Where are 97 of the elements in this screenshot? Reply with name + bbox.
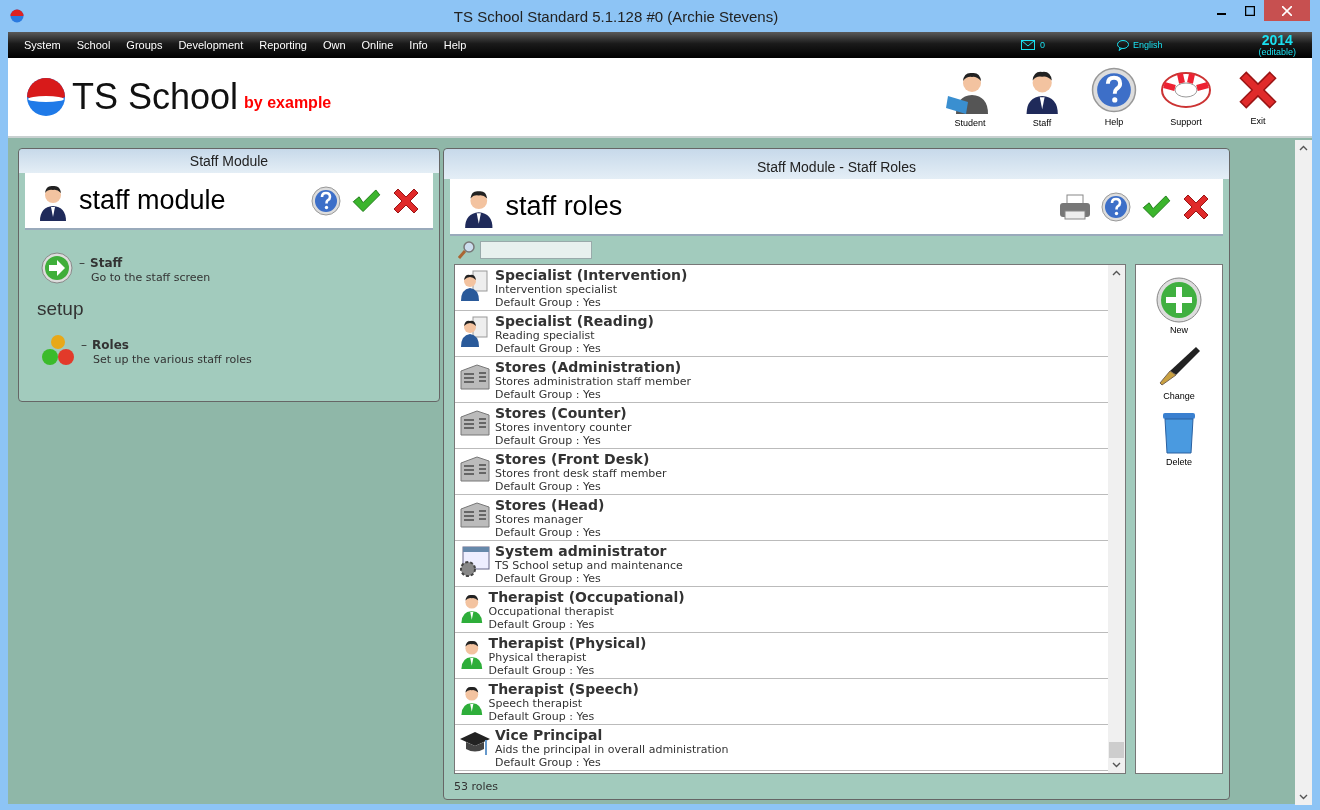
menu-item[interactable]: Reporting [251,39,315,51]
panel-caption: Staff Module - Staff Roles [444,149,1229,179]
app-logo-icon [26,77,66,117]
action-button[interactable]: Change [1156,343,1203,401]
building-icon [459,361,491,391]
colored-balls-icon[interactable] [41,334,75,366]
role-description: Stores inventory counter [495,421,632,434]
role-description: Speech therapist [488,697,583,710]
person-document-icon [459,315,491,347]
menu-item[interactable]: Online [353,39,402,51]
speech-bubble-icon[interactable] [1116,39,1129,51]
building-icon [459,407,491,437]
panel-heading: staff roles [505,191,624,222]
toolbar-button[interactable]: Staff [1006,66,1078,128]
app-name: TS School [72,76,239,118]
role-name[interactable]: Stores (Counter) [495,405,632,421]
help-icon[interactable] [311,185,341,216]
help-icon[interactable] [1101,191,1131,222]
role-description: Stores front desk staff member [495,467,667,480]
role-default-group: Default Group : Yes [488,618,685,631]
role-name[interactable]: Therapist (Physical) [488,635,647,651]
building-icon [459,453,491,483]
search-field[interactable] [480,241,592,259]
role-name[interactable]: Vice Principal [495,727,729,743]
role-name[interactable]: Stores (Administration) [495,359,692,375]
printer-icon[interactable] [1059,192,1091,221]
close-button[interactable] [1264,0,1310,21]
roles-link[interactable]: Roles [92,338,129,352]
role-description: Stores manager [495,513,584,526]
panel-heading: staff module [79,185,227,216]
role-description: Aids the principal in overall administration [495,743,729,756]
link-description: Set up the various staff roles [92,353,252,366]
role-description: Reading specialist [495,329,596,342]
role-name[interactable]: System administrator [495,543,683,559]
message-count: 0 [1039,40,1045,50]
role-count: 53 roles [453,779,500,795]
staff-link[interactable]: Staff [90,256,123,270]
role-default-group: Default Group : Yes [488,710,639,723]
check-icon[interactable] [1141,193,1171,220]
link-description: Go to the staff screen [90,271,211,284]
toolbar-button[interactable]: Help [1078,67,1150,127]
menu-item[interactable]: Development [170,39,252,51]
role-description: Occupational therapist [488,605,615,618]
dash-mark: – [81,338,87,352]
role-default-group: Default Group : Yes [495,342,654,355]
scrollbar[interactable] [1295,140,1312,805]
role-default-group: Default Group : Yes [495,572,683,585]
panel-caption: Staff Module [19,149,439,173]
role-default-group: Default Group : Yes [495,388,692,401]
menu-item[interactable]: Info [401,39,436,51]
role-default-group: Default Group : Yes [495,756,729,769]
role-name[interactable]: Specialist (Reading) [495,313,654,329]
maximize-icon[interactable] [1245,5,1255,16]
role-description: Stores administration staff member [495,375,692,388]
year-label: 2014 [1261,33,1293,47]
app-tagline: by example [244,94,332,112]
role-default-group: Default Group : Yes [495,434,632,447]
scrollbar[interactable] [1108,265,1126,773]
menu-item[interactable]: System [16,39,69,51]
menu-item[interactable]: Help [435,39,475,51]
app-logo-icon [10,9,24,23]
toolbar-button[interactable]: Student [934,66,1006,128]
scroll-thumb[interactable] [1109,742,1125,758]
search-icon [458,241,476,259]
plus-circle-icon [1156,277,1203,323]
role-description: Intervention specialist [495,283,619,296]
action-button[interactable]: New [1156,277,1203,335]
role-name[interactable]: Therapist (Speech) [488,681,639,697]
action-button[interactable]: Delete [1161,409,1198,467]
building-icon [459,499,491,529]
person-document-icon [459,269,491,301]
window-title: TS School Standard 5.1.128 #0 (Archie Stevens) [452,7,780,25]
role-description: TS School setup and maintenance [495,559,683,572]
envelope-icon[interactable] [1020,40,1035,50]
role-default-group: Default Group : Yes [495,526,605,539]
role-name[interactable]: Stores (Head) [495,497,605,513]
role-default-group: Default Group : Yes [488,664,647,677]
role-name[interactable]: Stores (Front Desk) [495,451,667,467]
menu-item[interactable]: Own [314,39,354,51]
role-description: Physical therapist [488,651,588,664]
menu-item[interactable]: School [68,39,119,51]
language-link[interactable]: English [1132,40,1163,50]
menu-item[interactable]: Groups [118,39,171,51]
help-icon[interactable] [1091,67,1137,113]
dash-mark: – [79,256,85,270]
toolbar-button[interactable]: Exit [1222,68,1294,126]
section-heading: setup [36,298,85,320]
window-gear-icon [459,545,491,577]
role-name[interactable]: Specialist (Intervention) [495,267,688,283]
arrow-circle-icon[interactable] [41,252,73,284]
toolbar-button[interactable]: Support [1150,67,1222,127]
check-icon[interactable] [351,187,381,214]
year-status: (editable) [1258,46,1296,57]
role-default-group: Default Group : Yes [495,480,667,493]
role-name[interactable]: Therapist (Occupational) [488,589,685,605]
close-icon[interactable] [1282,5,1292,16]
role-default-group: Default Group : Yes [495,296,688,309]
